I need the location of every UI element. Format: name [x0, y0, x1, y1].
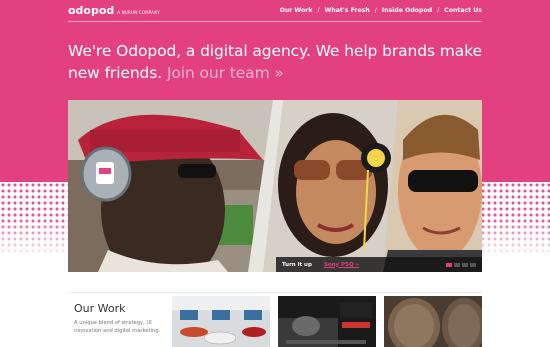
- carousel-dot[interactable]: [470, 262, 476, 267]
- nav-inside-odopod[interactable]: Inside Odopod: [382, 7, 432, 14]
- nav-separator: /: [437, 7, 440, 14]
- page-headline: We're Odopod, a digital agency. We help …: [68, 40, 488, 84]
- work-thumbnail-showroom[interactable]: [172, 296, 270, 347]
- carousel-pagination: [446, 262, 476, 267]
- logo-text[interactable]: odopod: [68, 4, 114, 17]
- nav-contact-us[interactable]: Contact Us: [444, 7, 482, 14]
- work-thumbnail-barrels[interactable]: [384, 296, 482, 347]
- hero-artist-link[interactable]: Sony PSQ »: [324, 262, 359, 268]
- top-bar: odopod A NURUN COMPANY Our Work / What's…: [68, 4, 482, 22]
- carousel-dot[interactable]: [446, 262, 452, 267]
- carousel-dot[interactable]: [454, 262, 460, 267]
- hero-photo-collage: [68, 100, 482, 272]
- join-team-link[interactable]: Join our team »: [167, 64, 284, 82]
- our-work-description: A unique blend of strategy, UI innovatio…: [74, 320, 161, 334]
- nav-our-work[interactable]: Our Work: [280, 7, 313, 14]
- our-work-title[interactable]: Our Work: [74, 302, 126, 315]
- carousel-dot[interactable]: [462, 262, 468, 267]
- medal-of-honor-photo-icon: [278, 296, 376, 347]
- hero-caption-bar: Turn it up Sony PSQ »: [276, 257, 482, 272]
- hero-carousel[interactable]: [68, 100, 482, 272]
- hero-caption: Turn it up: [282, 261, 312, 268]
- logo[interactable]: odopod A NURUN COMPANY: [68, 4, 160, 17]
- showroom-photo-icon: [172, 296, 270, 347]
- logo-tagline: A NURUN COMPANY: [117, 10, 160, 15]
- nav-separator: /: [317, 7, 320, 14]
- work-thumbnail-medal-of-honor[interactable]: [278, 296, 376, 347]
- main-nav: Our Work / What's Fresh / Inside Odopod …: [280, 7, 482, 14]
- nav-whats-fresh[interactable]: What's Fresh: [325, 7, 370, 14]
- barrels-photo-icon: [384, 296, 482, 347]
- nav-separator: /: [374, 7, 377, 14]
